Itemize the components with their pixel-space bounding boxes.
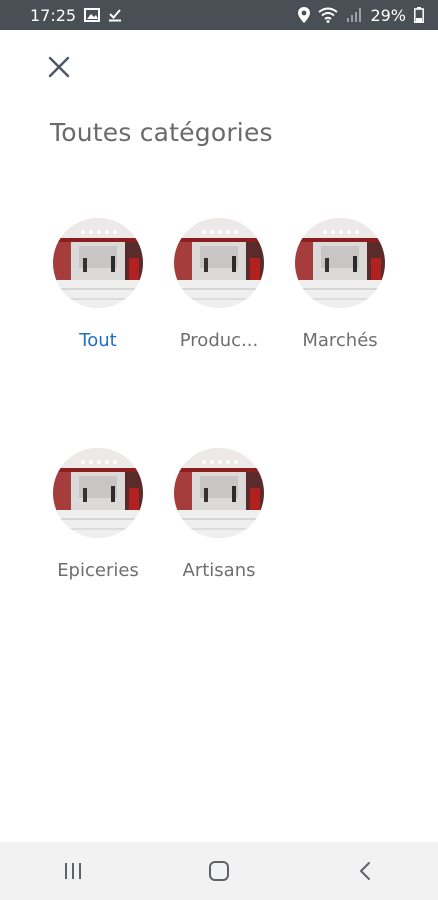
download-done-icon (108, 8, 122, 22)
category-label: Epiceries (57, 560, 139, 581)
status-time: 17:25 (30, 5, 77, 25)
category-label: Tout (79, 330, 117, 351)
home-icon (209, 861, 229, 881)
category-label: Marchés (302, 330, 378, 351)
screen: 17:25 29% Toutes catégories Tout Produc.… (0, 0, 438, 900)
category-image (295, 218, 385, 308)
category-image (53, 218, 143, 308)
page-title: Toutes catégories (50, 118, 273, 147)
status-left: 17:25 (30, 6, 122, 25)
category-image (174, 218, 264, 308)
battery-icon (414, 7, 424, 23)
category-label: Artisans (182, 560, 256, 581)
close-icon (48, 56, 70, 78)
recent-apps-icon (65, 863, 81, 879)
location-icon (298, 7, 311, 23)
category-label: Produc... (179, 330, 259, 351)
category-image (53, 448, 143, 538)
category-marches[interactable]: Marchés (285, 218, 395, 368)
close-button[interactable] (44, 52, 74, 82)
category-tout[interactable]: Tout (43, 218, 153, 368)
image-icon (84, 8, 101, 22)
navigation-bar (0, 842, 438, 900)
category-artisans[interactable]: Artisans (164, 448, 274, 598)
category-epiceries[interactable]: Epiceries (43, 448, 153, 598)
back-button[interactable] (335, 851, 395, 891)
recent-apps-button[interactable] (43, 851, 103, 891)
back-icon (360, 862, 370, 880)
battery-percent: 29% (370, 5, 406, 25)
home-button[interactable] (189, 851, 249, 891)
category-producteurs[interactable]: Produc... (164, 218, 274, 368)
category-image (174, 448, 264, 538)
status-bar: 17:25 29% (0, 0, 438, 30)
wifi-icon (318, 7, 339, 23)
signal-icon (346, 7, 362, 23)
status-right: 29% (298, 6, 424, 25)
